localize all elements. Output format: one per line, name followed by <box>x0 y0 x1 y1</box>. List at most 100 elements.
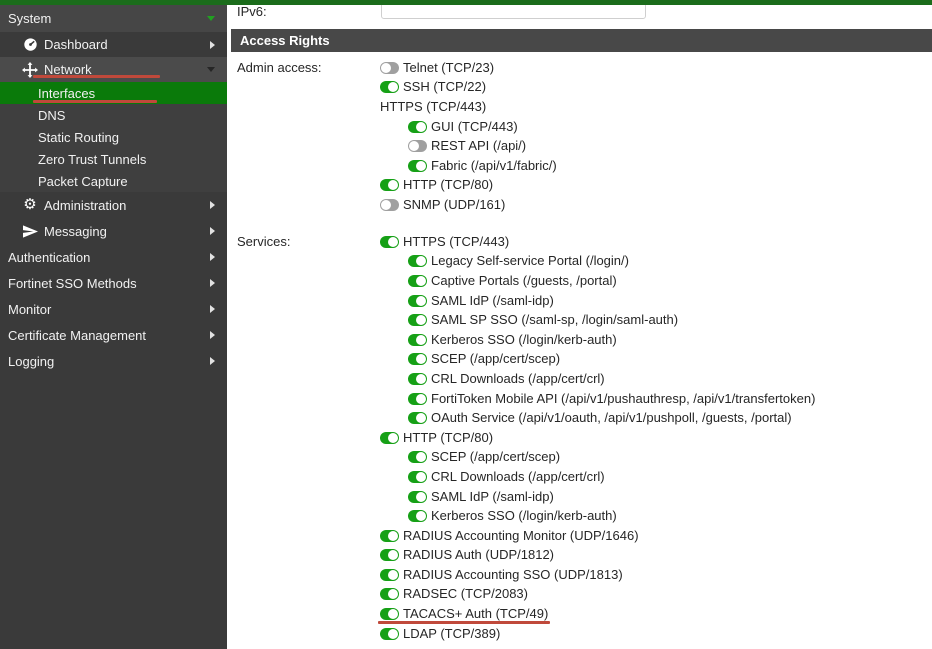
toggle-switch-on[interactable] <box>408 392 427 405</box>
toggle-knob <box>388 550 398 561</box>
admin-access-row-telnet-tcp-23: Telnet (TCP/23) <box>380 58 557 78</box>
toggle-knob <box>388 236 398 247</box>
toggle-switch-on[interactable] <box>380 235 399 248</box>
sidebar-item-interfaces[interactable]: Interfaces <box>0 82 227 104</box>
toggle-label: HTTP (TCP/80) <box>403 429 494 445</box>
toggle-switch-on[interactable] <box>408 255 427 268</box>
sidebar-header-system[interactable]: System <box>0 5 227 32</box>
toggle-switch-on[interactable] <box>380 431 399 444</box>
gauge-icon <box>22 37 38 53</box>
toggle-label: RADIUS Accounting SSO (UDP/1813) <box>403 566 623 582</box>
services-row-radius-accounting-monitor-udp-1646: RADIUS Accounting Monitor (UDP/1646) <box>380 526 815 546</box>
toggle-switch-on[interactable] <box>408 314 427 327</box>
sidebar-item-label: Interfaces <box>38 85 96 101</box>
toggle-switch-on[interactable] <box>380 529 399 542</box>
app-window: System Dashboard Network Interfaces DNS Stat… <box>0 0 932 649</box>
sidebar-item-label: Zero Trust Tunnels <box>38 151 147 167</box>
services-row-fortitoken-mobile-api-api-v1-pushauthresp-api-v1-transfertoken: FortiToken Mobile API (/api/v1/pushauthr… <box>380 389 815 409</box>
sidebar-submenu-network: Interfaces DNS Static Routing Zero Trust Tu… <box>0 82 227 192</box>
toggle-knob <box>381 199 391 210</box>
toggle-knob <box>416 511 426 522</box>
toggle-knob <box>416 121 426 132</box>
red-underline-annotation <box>33 75 160 78</box>
toggle-label: HTTPS (TCP/443) <box>403 233 510 249</box>
toggle-knob <box>416 295 426 306</box>
toggle-switch-on[interactable] <box>408 333 427 346</box>
toggle-switch-on[interactable] <box>408 372 427 385</box>
toggle-switch-on[interactable] <box>408 120 427 133</box>
chevron-right-icon <box>210 279 215 287</box>
toggle-switch-off[interactable] <box>380 61 399 74</box>
services-row-oauth-service-api-v1-oauth-api-v1-pushpoll-guests-portal: OAuth Service (/api/v1/oauth, /api/v1/pu… <box>380 408 815 428</box>
toggle-switch-on[interactable] <box>408 294 427 307</box>
sidebar-item-label: Monitor <box>8 301 52 317</box>
admin-access-row-ssh-tcp-22: SSH (TCP/22) <box>380 78 557 98</box>
paper-plane-icon <box>22 223 38 239</box>
sidebar-item-label: Dashboard <box>44 37 108 52</box>
toggle-knob <box>416 413 426 424</box>
toggle-switch-on[interactable] <box>408 490 427 503</box>
toggle-label: SAML SP SSO (/saml-sp, /login/saml-auth) <box>431 312 679 328</box>
toggle-knob <box>416 491 426 502</box>
sidebar-item-zero-trust-tunnels[interactable]: Zero Trust Tunnels <box>0 148 227 170</box>
sidebar-item-monitor[interactable]: Monitor <box>0 296 227 322</box>
services-row-kerberos-sso-login-kerb-auth: Kerberos SSO (/login/kerb-auth) <box>380 506 815 526</box>
chevron-right-icon <box>210 305 215 313</box>
chevron-down-icon <box>207 67 215 72</box>
toggle-label: Legacy Self-service Portal (/login/) <box>431 253 629 269</box>
toggle-knob <box>416 373 426 384</box>
sidebar-item-label: Certificate Management <box>8 327 147 343</box>
toggle-switch-on[interactable] <box>408 510 427 523</box>
section-header-access-rights: Access Rights <box>231 29 932 52</box>
sidebar-item-fortinet-sso-methods[interactable]: Fortinet SSO Methods <box>0 270 227 296</box>
admin-access-row-rest-api-api: REST API (/api/) <box>380 136 557 156</box>
services-row-kerberos-sso-login-kerb-auth: Kerberos SSO (/login/kerb-auth) <box>380 330 815 350</box>
toggle-switch-off[interactable] <box>380 198 399 211</box>
ipv6-label: IPv6: <box>237 4 267 19</box>
toggle-switch-on[interactable] <box>408 470 427 483</box>
toggle-switch-on[interactable] <box>408 159 427 172</box>
main-content: IPv6: Access Rights Admin access: Telnet… <box>227 0 932 649</box>
admin-access-row-https-tcp-443: HTTPS (TCP/443) <box>380 97 557 117</box>
sidebar-item-logging[interactable]: Logging <box>0 348 227 374</box>
sidebar-item-messaging[interactable]: Messaging <box>0 218 227 244</box>
services-row-crl-downloads-app-cert-crl: CRL Downloads (/app/cert/crl) <box>380 467 815 487</box>
toggle-switch-on[interactable] <box>380 179 399 192</box>
toggle-switch-on[interactable] <box>408 353 427 366</box>
sidebar-item-static-routing[interactable]: Static Routing <box>0 126 227 148</box>
sidebar-item-dns[interactable]: DNS <box>0 104 227 126</box>
toggle-switch-on[interactable] <box>380 588 399 601</box>
sidebar-item-certificate-management[interactable]: Certificate Management <box>0 322 227 348</box>
toggle-label: FortiToken Mobile API (/api/v1/pushauthr… <box>431 390 816 406</box>
toggle-knob <box>388 432 398 443</box>
toggle-knob <box>416 471 426 482</box>
toggle-switch-on[interactable] <box>380 81 399 94</box>
sidebar-item-authentication[interactable]: Authentication <box>0 244 227 270</box>
services-rows: HTTPS (TCP/443) Legacy Self-service Porta… <box>378 232 815 643</box>
toggle-switch-on[interactable] <box>408 451 427 464</box>
sidebar-item-label: Fortinet SSO Methods <box>8 275 137 291</box>
toggle-switch-on[interactable] <box>380 608 399 621</box>
sidebar-item-packet-capture[interactable]: Packet Capture <box>0 170 227 192</box>
toggle-knob <box>409 141 419 152</box>
services-row-radius-auth-udp-1812: RADIUS Auth (UDP/1812) <box>380 546 815 566</box>
chevron-right-icon <box>210 40 215 49</box>
toggle-knob <box>416 393 426 404</box>
toggle-switch-on[interactable] <box>408 274 427 287</box>
red-underline-annotation <box>378 621 550 625</box>
toggle-switch-on[interactable] <box>380 549 399 562</box>
services-row-https-tcp-443: HTTPS (TCP/443) <box>380 232 815 252</box>
gear-icon: ⚙ <box>23 196 37 213</box>
toggle-knob <box>416 256 426 267</box>
admin-access-row-gui-tcp-443: GUI (TCP/443) <box>380 117 557 137</box>
sidebar-item-network[interactable]: Network <box>0 57 227 82</box>
toggle-switch-on[interactable] <box>380 568 399 581</box>
sidebar-item-dashboard[interactable]: Dashboard <box>0 32 227 57</box>
toggle-switch-off[interactable] <box>408 140 427 153</box>
toggle-label: Captive Portals (/guests, /portal) <box>431 272 617 288</box>
toggle-label: RADIUS Auth (UDP/1812) <box>403 547 555 563</box>
toggle-switch-on[interactable] <box>408 412 427 425</box>
sidebar-item-administration[interactable]: ⚙ Administration <box>0 192 227 218</box>
toggle-switch-on[interactable] <box>380 627 399 640</box>
sidebar-item-label: Logging <box>8 353 55 369</box>
